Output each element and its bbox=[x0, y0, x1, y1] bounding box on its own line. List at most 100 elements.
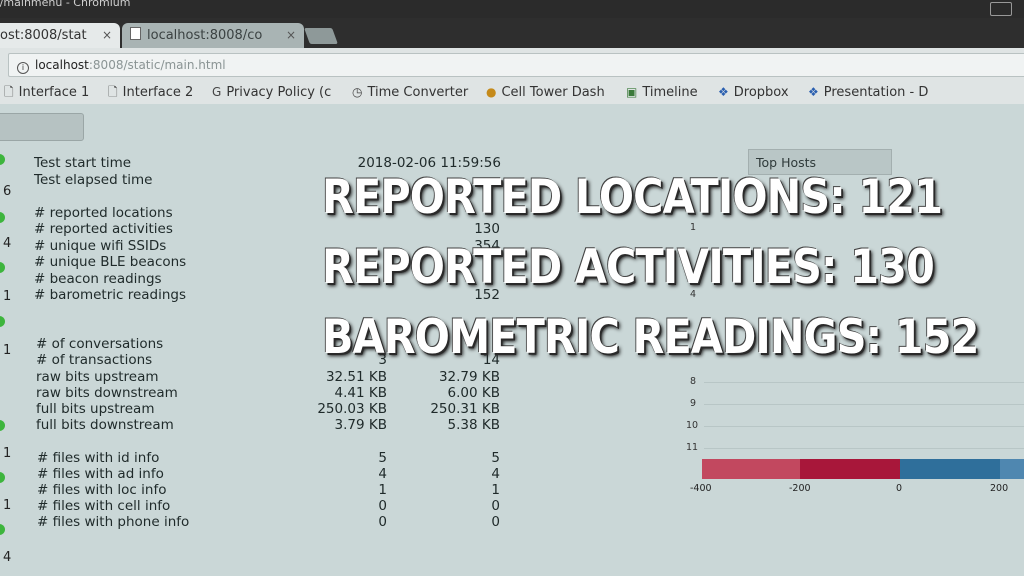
grid-line bbox=[704, 404, 1024, 405]
window-titlebar: s/mainmenu - Chromium bbox=[0, 0, 1024, 18]
bookmarks-bar: 🗋 Interface 1 🗋 Interface 2 G Privacy Polic… bbox=[0, 80, 1024, 104]
overlay-caption-line-3: BAROMETRIC READINGS: 152 bbox=[322, 310, 979, 365]
row-label: 8 bbox=[690, 376, 697, 387]
overlay-caption-line-2: REPORTED ACTIVITIES: 130 bbox=[322, 240, 935, 295]
side-number: 1 bbox=[3, 446, 12, 461]
menu-button[interactable] bbox=[0, 113, 84, 141]
status-dot bbox=[0, 212, 5, 223]
clock-icon: ◷ bbox=[352, 85, 363, 99]
page-icon: 🗋 bbox=[108, 85, 118, 99]
stat-label: # of conversations bbox=[36, 336, 164, 352]
row-label: 10 bbox=[686, 420, 699, 431]
bookmark-interface-1[interactable]: 🗋 Interface 1 bbox=[4, 80, 89, 104]
page-icon bbox=[130, 27, 141, 40]
url-host: localhost bbox=[35, 58, 89, 72]
stat-label: # of transactions bbox=[36, 352, 153, 368]
bookmark-privacy-policy[interactable]: G Privacy Policy (c bbox=[212, 80, 331, 104]
stat-label: # files with ad info bbox=[37, 466, 164, 482]
status-dot bbox=[0, 472, 5, 483]
tab-main[interactable]: ost:8008/stat × bbox=[0, 23, 120, 48]
status-dot bbox=[0, 316, 5, 327]
color-scale-segment bbox=[900, 459, 1000, 479]
stat-label: # beacon readings bbox=[34, 271, 162, 287]
tab-label: localhost:8008/co bbox=[147, 28, 263, 43]
stat-value-2: 5 bbox=[491, 450, 500, 466]
timeline-icon: ▣ bbox=[626, 85, 638, 99]
stat-label: # unique wifi SSIDs bbox=[34, 238, 167, 254]
bookmark-label: Interface 1 bbox=[18, 85, 90, 100]
color-scale-segment bbox=[1000, 459, 1024, 479]
bookmark-presentation[interactable]: ❖ Presentation - D bbox=[808, 80, 928, 104]
side-number: 1 bbox=[3, 289, 12, 304]
bookmark-label: Interface 2 bbox=[122, 85, 194, 100]
stat-value: 2018-02-06 11:59:56 bbox=[357, 155, 501, 171]
stat-label: full bits upstream bbox=[36, 401, 155, 417]
tab-second[interactable]: localhost:8008/co × bbox=[122, 23, 304, 48]
stat-label: # unique BLE beacons bbox=[34, 254, 187, 270]
url-input[interactable]: i localhost:8008/static/main.html bbox=[8, 53, 1024, 77]
bookmark-dropbox[interactable]: ❖ Dropbox bbox=[718, 80, 789, 104]
axis-tick: 200 bbox=[990, 483, 1009, 494]
side-number: 6 bbox=[3, 184, 12, 199]
stat-label: # files with phone info bbox=[37, 514, 190, 530]
bookmark-label: Time Converter bbox=[367, 85, 469, 100]
stat-label: Test start time bbox=[34, 155, 132, 171]
status-dot bbox=[0, 154, 5, 165]
stat-label: # files with id info bbox=[37, 450, 160, 466]
stat-value-2: 32.79 KB bbox=[438, 369, 500, 385]
stat-label: raw bits downstream bbox=[36, 385, 178, 401]
stat-label: full bits downstream bbox=[36, 417, 174, 433]
close-icon[interactable]: × bbox=[286, 23, 296, 48]
grid-line bbox=[704, 382, 1024, 383]
row-label: 11 bbox=[686, 442, 699, 453]
grid-line bbox=[704, 426, 1024, 427]
bookmark-label: Privacy Policy (c bbox=[226, 85, 332, 100]
axis-tick: 0 bbox=[896, 483, 903, 494]
new-tab-button[interactable] bbox=[304, 28, 338, 44]
bookmark-label: Timeline bbox=[642, 85, 698, 100]
url-path: :8008/static/main.html bbox=[88, 58, 226, 72]
stat-value-2: 1 bbox=[491, 482, 500, 498]
side-number: 4 bbox=[3, 236, 12, 251]
stat-value-2: 250.31 KB bbox=[430, 401, 500, 417]
stat-value-2: 0 bbox=[491, 498, 500, 514]
stat-value-1: 32.51 KB bbox=[325, 369, 387, 385]
stat-label: raw bits upstream bbox=[36, 369, 159, 385]
stat-value-1: 4.41 KB bbox=[334, 385, 387, 401]
stat-value-1: 0 bbox=[378, 498, 387, 514]
status-dot bbox=[0, 420, 5, 431]
dropbox-icon: ❖ bbox=[718, 85, 729, 99]
overlay-caption-line-1: REPORTED LOCATIONS: 121 bbox=[322, 170, 943, 225]
stat-value-1: 1 bbox=[378, 482, 387, 498]
stat-value-1: 4 bbox=[378, 466, 387, 482]
tab-label: ost:8008/stat bbox=[0, 28, 87, 43]
stat-value-1: 250.03 KB bbox=[317, 401, 387, 417]
stat-label: # files with loc info bbox=[37, 482, 167, 498]
tab-strip: ost:8008/stat × localhost:8008/co × bbox=[0, 18, 1024, 48]
stat-value-1: 0 bbox=[378, 514, 387, 530]
stat-label: # reported activities bbox=[34, 221, 173, 237]
close-icon[interactable]: × bbox=[102, 23, 112, 48]
stat-value-2: 6.00 KB bbox=[447, 385, 500, 401]
dropbox-icon: ❖ bbox=[808, 85, 819, 99]
bookmark-label: Cell Tower Dash bbox=[501, 85, 605, 100]
axis-tick: -400 bbox=[690, 483, 712, 494]
side-number: 4 bbox=[3, 550, 12, 565]
stat-value-1: 3.79 KB bbox=[334, 417, 387, 433]
side-number: 1 bbox=[3, 343, 12, 358]
bookmark-interface-2[interactable]: 🗋 Interface 2 bbox=[108, 80, 193, 104]
bookmark-timeline[interactable]: ▣ Timeline bbox=[626, 80, 698, 104]
bookmark-time-converter[interactable]: ◷ Time Converter bbox=[352, 80, 468, 104]
stat-value-1: 5 bbox=[378, 450, 387, 466]
status-dot bbox=[0, 262, 5, 273]
info-icon[interactable]: i bbox=[17, 62, 29, 74]
stat-value-2: 0 bbox=[491, 514, 500, 530]
stat-value-2: 4 bbox=[491, 466, 500, 482]
stat-label: # files with cell info bbox=[37, 498, 171, 514]
cell-icon: ● bbox=[486, 85, 497, 99]
address-bar-row: i localhost:8008/static/main.html bbox=[0, 48, 1024, 81]
stat-label: # reported locations bbox=[34, 205, 173, 221]
window-control-button[interactable] bbox=[990, 2, 1012, 16]
stat-label: # barometric readings bbox=[34, 287, 187, 303]
bookmark-cell-tower[interactable]: ● Cell Tower Dash bbox=[486, 80, 605, 104]
